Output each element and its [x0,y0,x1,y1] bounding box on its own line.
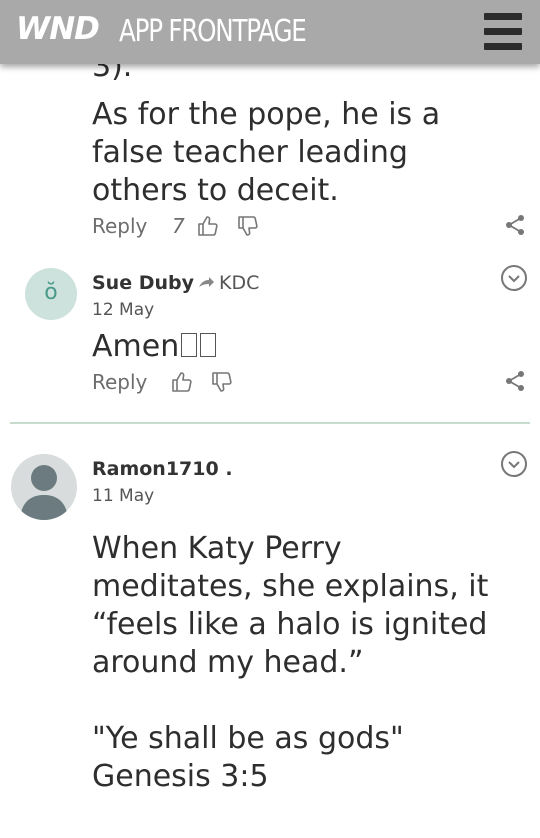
page-title[interactable]: APP FRONTPAGE [119,14,307,49]
comment-options-button[interactable] [501,451,527,477]
comment-text: When Katy Perry meditates, she explains,… [92,531,489,794]
default-user-icon [20,465,68,520]
comment-text: Amen [92,328,217,366]
reply-button[interactable]: Reply [92,370,147,394]
thumbs-up-icon[interactable] [196,214,220,238]
thumbs-down-icon[interactable] [210,370,234,394]
comment-text: As for the pope, he is a false teacher l… [92,97,441,208]
comments-feed: 3)." As for the pope, he is a false teac… [0,0,540,838]
comment-author[interactable]: Ramon1710 . [92,458,233,480]
thumbs-down-icon[interactable] [236,214,260,238]
like-count: 7 [172,214,185,238]
comment-date: 12 May [92,300,155,320]
share-icon[interactable] [504,214,526,236]
comment-date: 11 May [92,486,155,506]
avatar[interactable] [11,454,77,520]
app-header: WND APP FRONTPAGE [0,0,540,64]
reply-arrow-icon [199,277,214,287]
hamburger-menu-icon[interactable] [480,9,526,55]
avatar[interactable]: ŏ [25,268,77,320]
reply-to-user[interactable]: KDC [219,272,259,294]
comment-author[interactable]: Sue Duby [92,272,194,294]
share-icon[interactable] [504,370,526,392]
comment-options-button[interactable] [501,265,527,291]
comment-text-content: Amen [92,329,180,364]
chevron-down-icon [508,461,520,469]
chevron-down-icon [508,275,520,283]
wnd-logo[interactable]: WND [16,11,100,47]
thumbs-up-icon[interactable] [170,370,194,394]
reply-button[interactable]: Reply [92,214,147,238]
missing-glyph-icon [181,333,198,357]
missing-glyph-icon [200,333,217,357]
thread-divider [10,422,530,424]
